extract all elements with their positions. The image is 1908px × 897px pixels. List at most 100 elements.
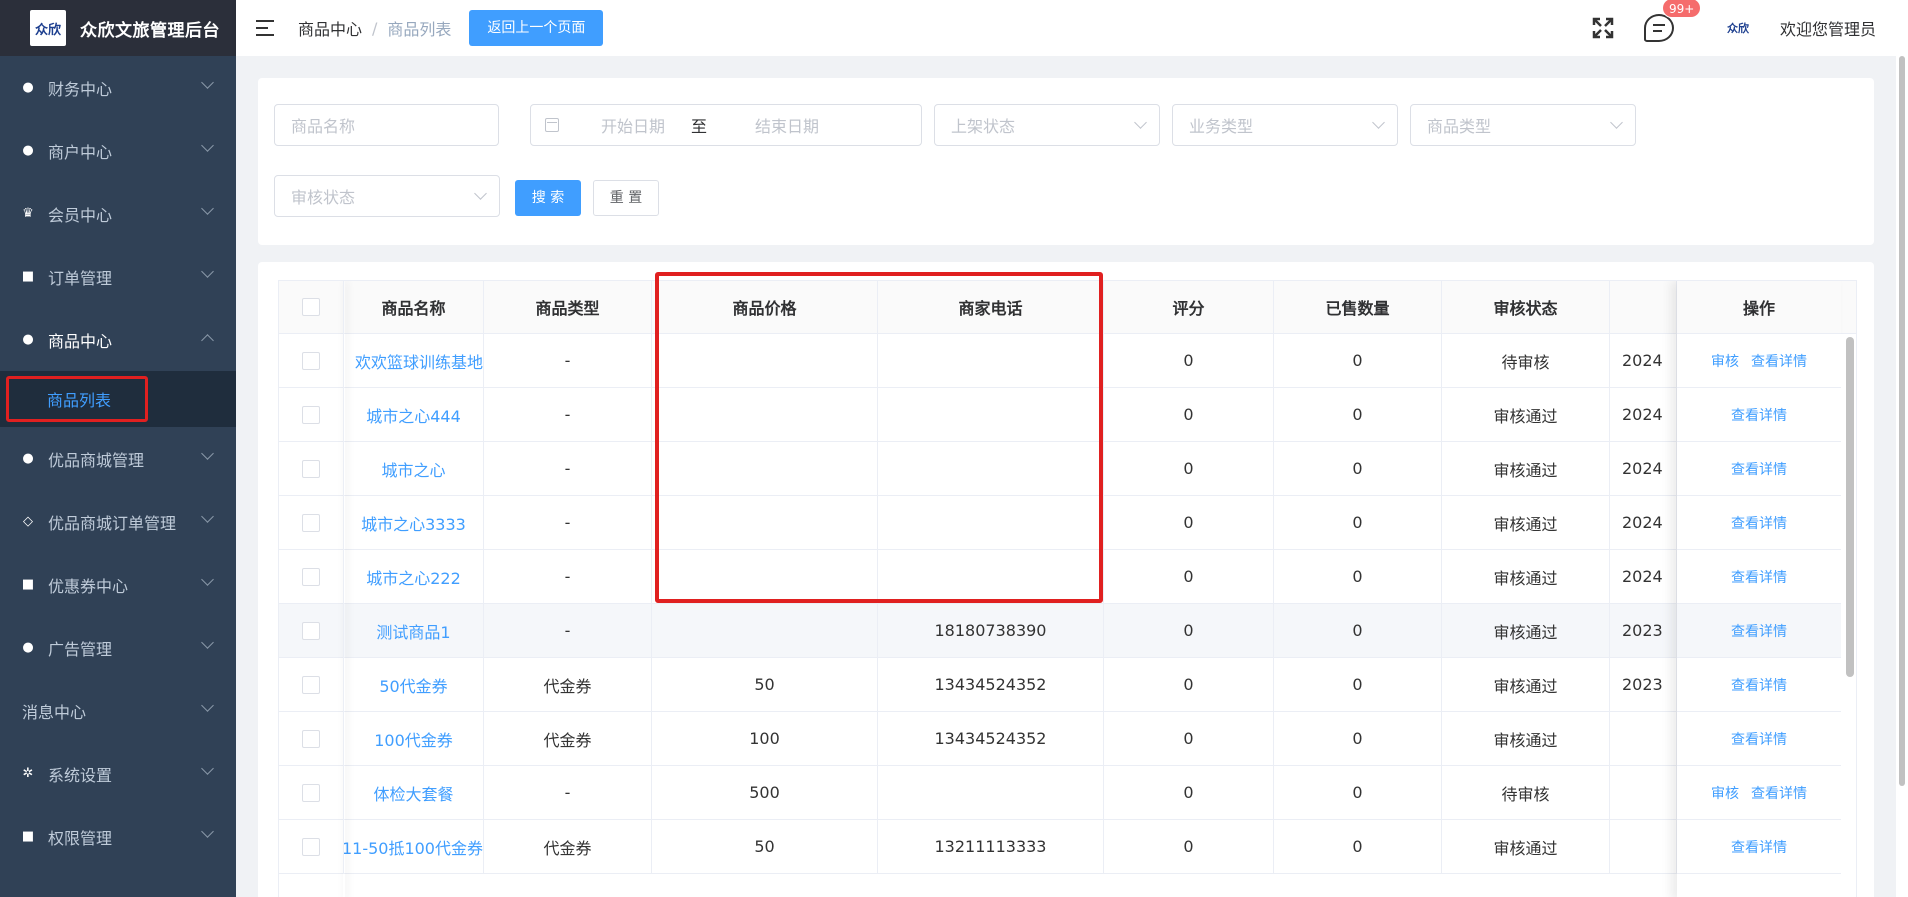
start-date-input[interactable]: 开始日期 bbox=[601, 113, 665, 137]
cell-price: 50 bbox=[652, 820, 878, 873]
sidebar-item-10[interactable]: ✲ 系统设置 bbox=[0, 742, 236, 805]
fullscreen-icon[interactable] bbox=[1592, 17, 1614, 39]
row-checkbox[interactable] bbox=[302, 837, 320, 856]
row-checkbox[interactable] bbox=[302, 567, 320, 586]
search-button[interactable]: 搜 索 bbox=[515, 180, 581, 216]
cell-name[interactable]: 100代金券 bbox=[344, 712, 484, 765]
audit-status-select[interactable]: 审核状态 bbox=[274, 175, 500, 217]
sidebar-item-7[interactable]: ■ 优惠券中心 bbox=[0, 553, 236, 616]
avatar-text: 众欣 bbox=[1726, 22, 1749, 35]
table-scrollbar[interactable] bbox=[1841, 334, 1856, 897]
cell-status: 审核通过 bbox=[1442, 658, 1610, 711]
money-bag-icon: ● bbox=[22, 80, 34, 95]
sidebar-item-2[interactable]: ♛ 会员中心 bbox=[0, 182, 236, 245]
cell-date: 2024 bbox=[1610, 334, 1677, 387]
view-detail-link[interactable]: 查看详情 bbox=[1751, 351, 1807, 371]
cell-phone: 13211113333 bbox=[878, 820, 1104, 873]
business-type-select[interactable]: 业务类型 bbox=[1172, 104, 1398, 146]
cell-name[interactable]: 体检大套餐 bbox=[344, 766, 484, 819]
sidebar-item-1[interactable]: ● 商户中心 bbox=[0, 119, 236, 182]
table-header-row: 商品名称 商品类型 商品价格 商家电话 评分 已售数量 审核状态 bbox=[279, 281, 1856, 334]
column-header: 商家电话 bbox=[878, 281, 1104, 333]
message-button[interactable]: 99+ bbox=[1643, 0, 1702, 42]
select-all-checkbox[interactable] bbox=[302, 298, 320, 316]
product-type-select[interactable]: 商品类型 bbox=[1410, 104, 1636, 146]
row-checkbox[interactable] bbox=[302, 513, 320, 532]
row-checkbox[interactable] bbox=[302, 621, 320, 640]
cell-name[interactable]: 50代金券 bbox=[344, 658, 484, 711]
row-checkbox[interactable] bbox=[302, 459, 320, 478]
cell-name[interactable]: 城市之心 bbox=[344, 442, 484, 495]
sidebar-item-5[interactable]: ● 优品商城管理 bbox=[0, 427, 236, 490]
sidebar-item-label: 商户中心 bbox=[48, 142, 113, 162]
cell-date: 2024 bbox=[1610, 496, 1677, 549]
row-checkbox[interactable] bbox=[302, 783, 320, 802]
table-scrollbar-thumb[interactable] bbox=[1846, 337, 1854, 677]
sidebar-item-4[interactable]: ● 商品中心 bbox=[0, 308, 236, 371]
view-detail-link[interactable]: 查看详情 bbox=[1731, 513, 1787, 533]
end-date-input[interactable]: 结束日期 bbox=[755, 113, 819, 137]
view-detail-link[interactable]: 查看详情 bbox=[1731, 459, 1787, 479]
audit-link[interactable]: 审核 bbox=[1711, 783, 1739, 803]
view-detail-link[interactable]: 查看详情 bbox=[1751, 783, 1807, 803]
row-checkbox[interactable] bbox=[302, 351, 320, 370]
cell-type: - bbox=[484, 334, 652, 387]
cell-name[interactable]: 城市之心3333 bbox=[344, 496, 484, 549]
cell-price bbox=[652, 334, 878, 387]
column-header: 审核状态 bbox=[1442, 281, 1610, 333]
date-range-picker[interactable]: 开始日期 至 结束日期 bbox=[530, 104, 922, 146]
column-header bbox=[1610, 281, 1677, 333]
hamburger-icon[interactable] bbox=[256, 19, 276, 37]
cell-name[interactable]: s111-50抵100代金券 bbox=[344, 820, 484, 873]
audit-link[interactable]: 审核 bbox=[1711, 351, 1739, 371]
product-name-input[interactable]: 商品名称 bbox=[274, 104, 499, 146]
view-detail-link[interactable]: 查看详情 bbox=[1731, 729, 1787, 749]
view-detail-link[interactable]: 查看详情 bbox=[1731, 405, 1787, 425]
view-detail-link[interactable]: 查看详情 bbox=[1731, 837, 1787, 857]
breadcrumb-item-goods-center[interactable]: 商品中心 bbox=[298, 16, 362, 40]
view-detail-link[interactable]: 查看详情 bbox=[1731, 621, 1787, 641]
sidebar-item-9[interactable]: 消息中心 bbox=[0, 679, 236, 742]
reset-button[interactable]: 重 置 bbox=[593, 180, 659, 216]
product-table: s111-50抵100代金券代金券501321111333300审核通过体检大套… bbox=[278, 280, 1857, 897]
column-header: 商品名称 bbox=[344, 281, 484, 333]
chevron-down-icon bbox=[474, 187, 487, 200]
row-checkbox[interactable] bbox=[302, 405, 320, 424]
row-checkbox[interactable] bbox=[302, 675, 320, 694]
cell-price bbox=[652, 550, 878, 603]
cell-name[interactable]: 城市之心222 bbox=[344, 550, 484, 603]
view-detail-link[interactable]: 查看详情 bbox=[1731, 567, 1787, 587]
chevron-down-icon bbox=[201, 139, 214, 152]
sidebar-item-label: 消息中心 bbox=[22, 702, 87, 722]
cell-name[interactable]: 城市之心444 bbox=[344, 388, 484, 441]
sidebar-item-label: 会员中心 bbox=[48, 205, 113, 225]
avatar[interactable]: 众欣 bbox=[1720, 16, 1756, 40]
sidebar-item-11[interactable]: ■ 权限管理 bbox=[0, 805, 236, 868]
cell-score: 0 bbox=[1104, 334, 1274, 387]
operations-cell: 查看详情 bbox=[1677, 820, 1841, 874]
column-header-operations: 操作 bbox=[1677, 281, 1841, 334]
cell-status: 待审核 bbox=[1442, 334, 1610, 387]
welcome-text[interactable]: 欢迎您管理员 bbox=[1780, 16, 1876, 40]
page-scrollbar-thumb[interactable] bbox=[1899, 56, 1905, 786]
page-scrollbar[interactable] bbox=[1896, 56, 1908, 897]
table-row: 欢欢篮球训练基地 -0 0 待审核 2024 bbox=[279, 334, 1856, 388]
table-row: 城市之心3333-0 0 审核通过 2024 bbox=[279, 496, 1856, 550]
sidebar-item-0[interactable]: ● 财务中心 bbox=[0, 56, 236, 119]
sidebar-item-3[interactable]: ■ 订单管理 bbox=[0, 245, 236, 308]
submenu-item-goods-list[interactable]: 商品列表 bbox=[6, 376, 149, 422]
cell-score: 0 bbox=[1104, 442, 1274, 495]
view-detail-link[interactable]: 查看详情 bbox=[1731, 675, 1787, 695]
row-checkbox[interactable] bbox=[302, 729, 320, 748]
filter-card: 商品名称 开始日期 至 结束日期 上架状态 业务类型 商品类型 审核状态 搜 索… bbox=[258, 78, 1874, 245]
sidebar-item-8[interactable]: ● 广告管理 bbox=[0, 616, 236, 679]
sidebar-item-6[interactable]: ◇ 优品商城订单管理 bbox=[0, 490, 236, 553]
sidebar-item-label: 优品商城管理 bbox=[48, 450, 145, 470]
cell-name[interactable]: 测试商品1 bbox=[344, 604, 484, 657]
column-header: 已售数量 bbox=[1274, 281, 1442, 333]
cell-price bbox=[652, 388, 878, 441]
cell-name[interactable]: 欢欢篮球训练基地 bbox=[344, 334, 484, 387]
select-cell bbox=[279, 388, 344, 441]
shelf-status-select[interactable]: 上架状态 bbox=[934, 104, 1160, 146]
back-button[interactable]: 返回上一个页面 bbox=[469, 10, 604, 46]
